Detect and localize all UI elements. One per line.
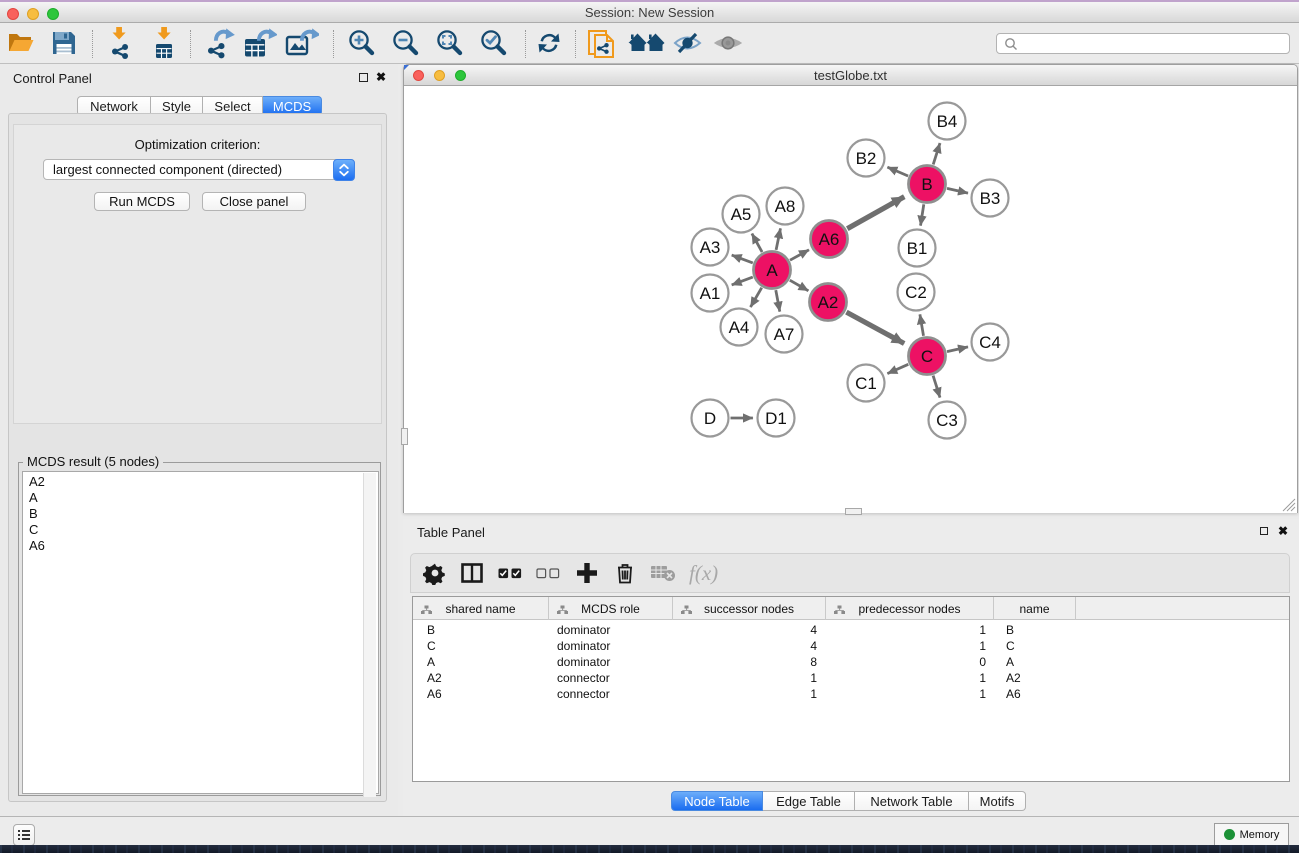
svg-text:B2: B2: [856, 149, 877, 168]
svg-text:A4: A4: [729, 318, 750, 337]
svg-text:B1: B1: [907, 239, 928, 258]
svg-text:D1: D1: [765, 409, 787, 428]
svg-text:A: A: [766, 261, 778, 280]
svg-text:A3: A3: [700, 238, 721, 257]
svg-text:C4: C4: [979, 333, 1001, 352]
svg-text:A2: A2: [818, 293, 839, 312]
svg-text:C2: C2: [905, 283, 927, 302]
svg-text:C1: C1: [855, 374, 877, 393]
svg-text:A5: A5: [731, 205, 752, 224]
svg-text:C3: C3: [936, 411, 958, 430]
svg-text:A6: A6: [819, 230, 840, 249]
svg-text:A7: A7: [774, 325, 795, 344]
svg-text:B3: B3: [980, 189, 1001, 208]
svg-text:A1: A1: [700, 284, 721, 303]
svg-text:B4: B4: [937, 112, 958, 131]
svg-text:C: C: [921, 347, 933, 366]
svg-text:A8: A8: [775, 197, 796, 216]
svg-text:D: D: [704, 409, 716, 428]
svg-text:B: B: [921, 175, 932, 194]
